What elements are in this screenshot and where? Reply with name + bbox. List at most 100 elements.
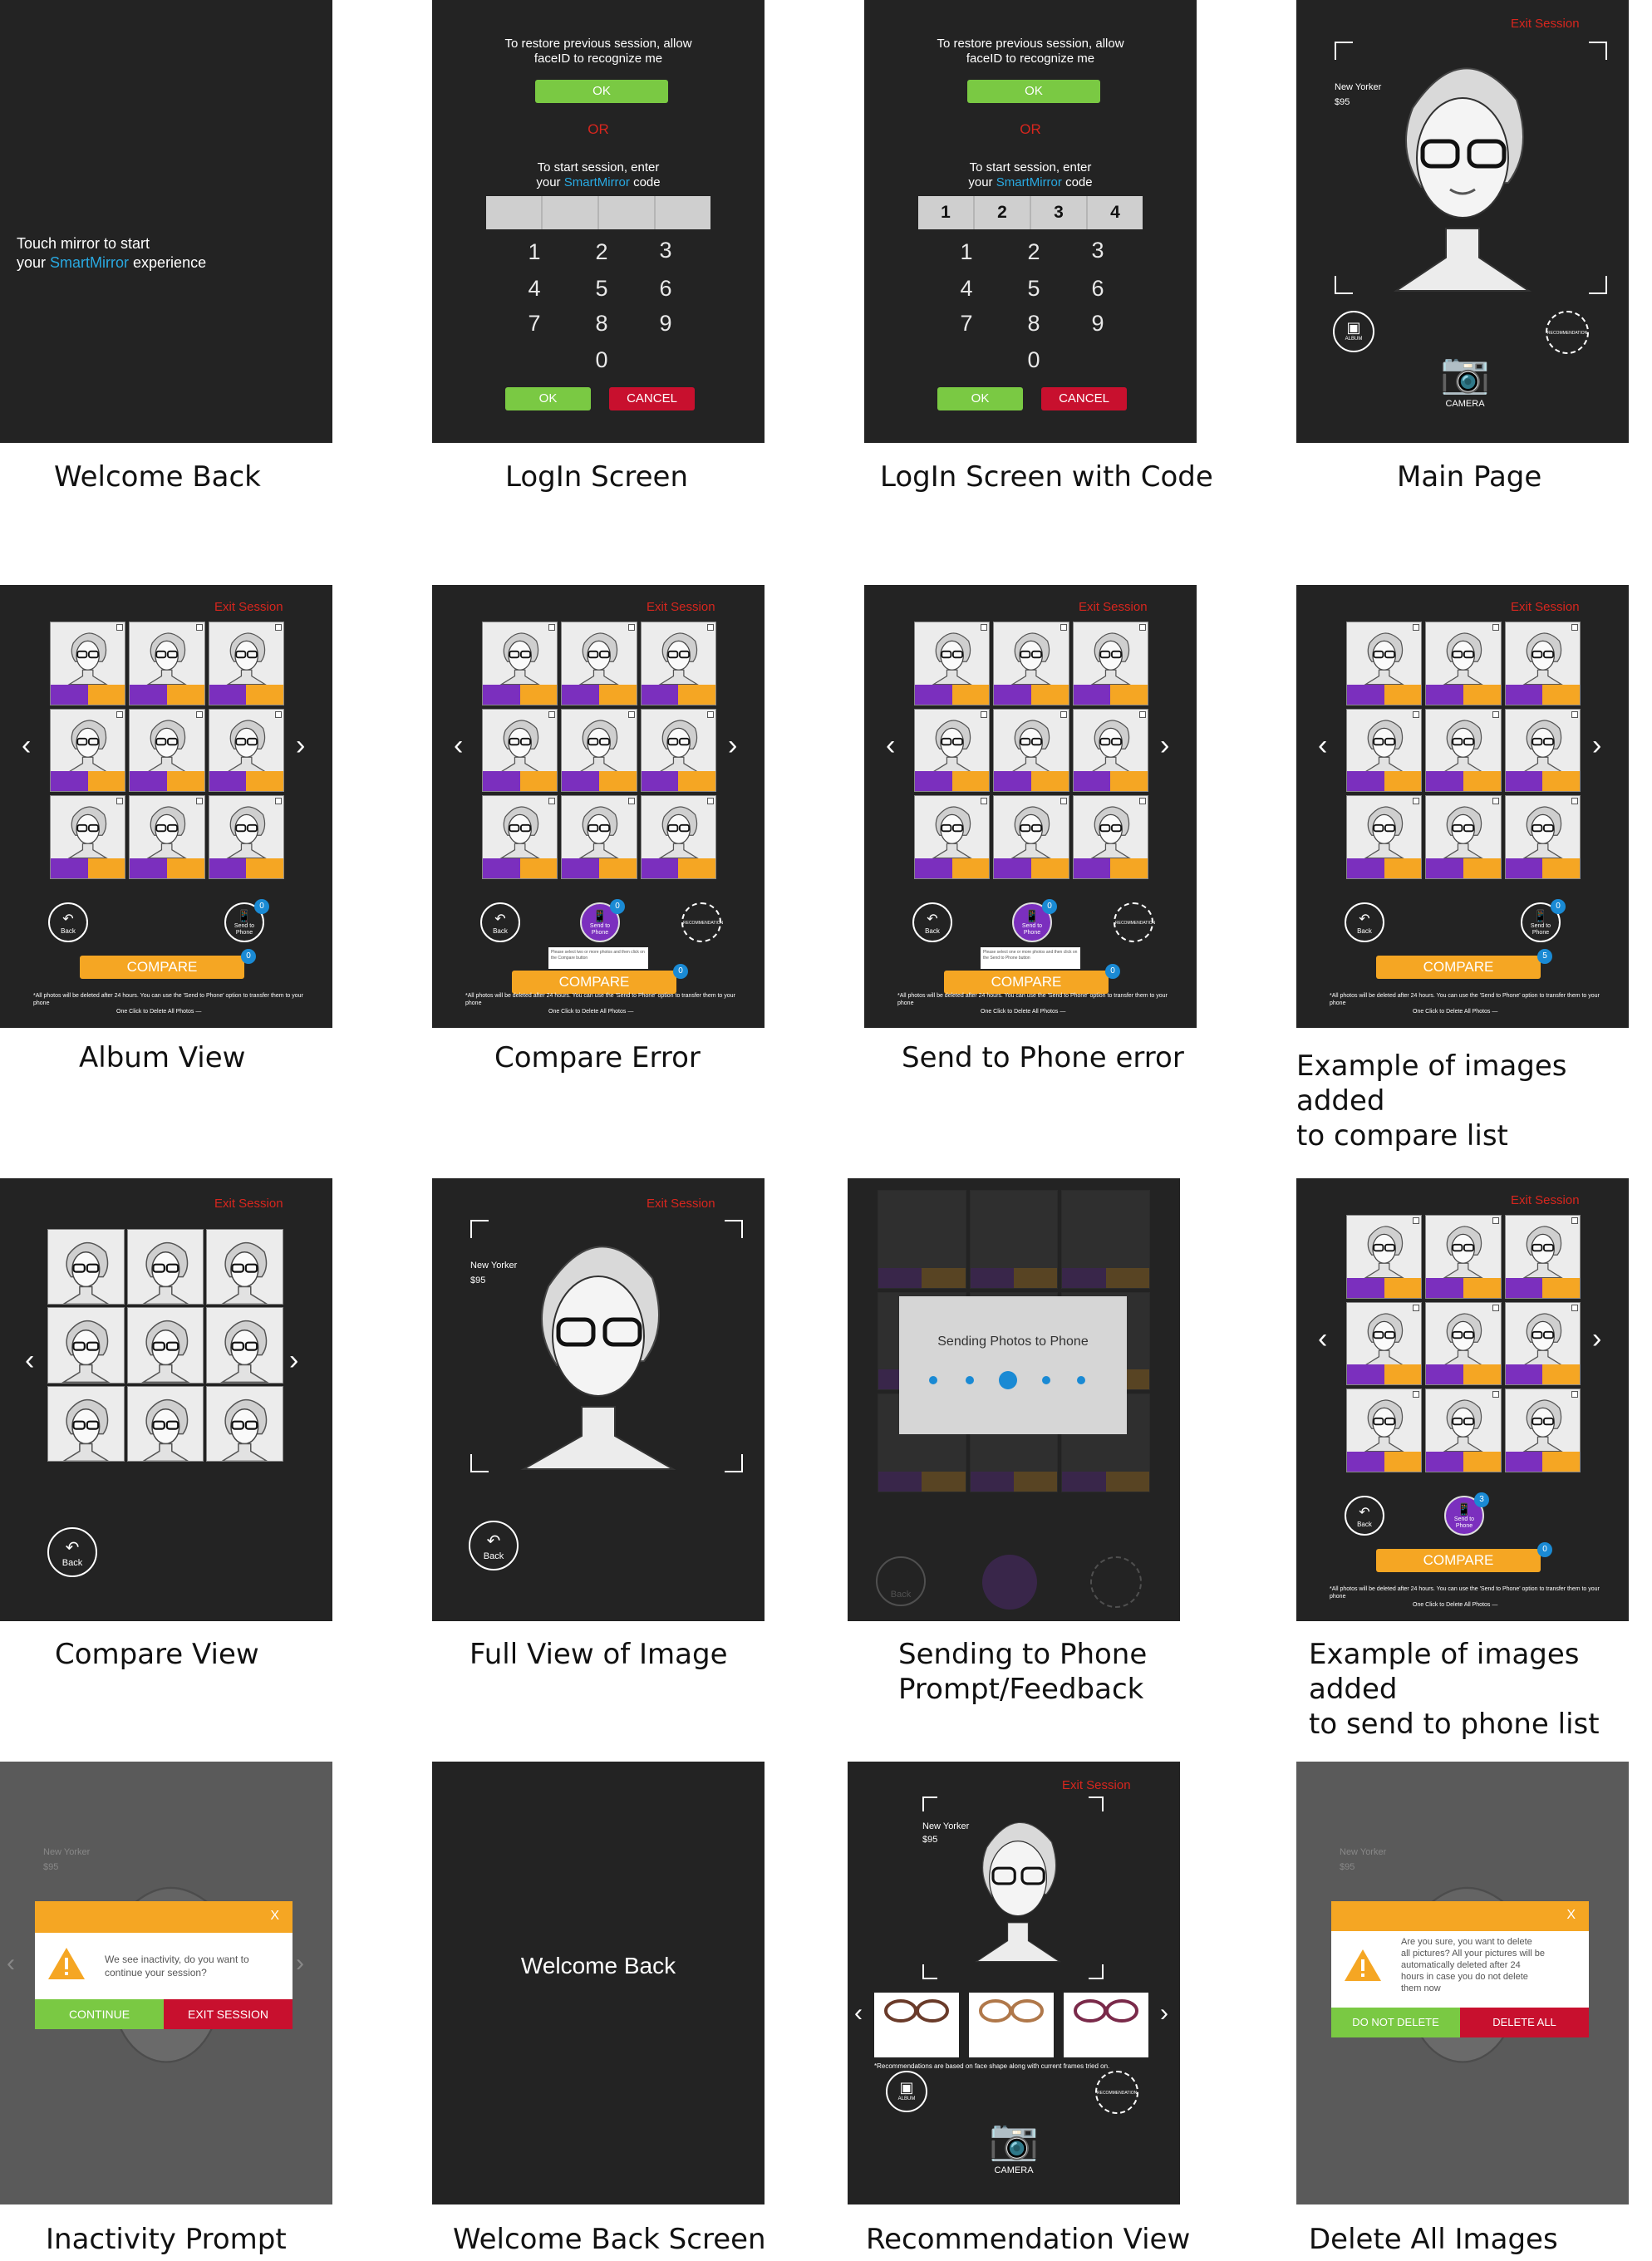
send-to-phone-toggle[interactable] <box>1073 771 1111 792</box>
compare-toggle[interactable] <box>167 858 204 878</box>
login-ok-button[interactable]: OK <box>937 387 1023 410</box>
key-2[interactable]: 2 <box>585 239 618 265</box>
key-6[interactable]: 6 <box>1081 276 1114 302</box>
key-1[interactable]: 1 <box>518 239 551 265</box>
delete-all-link[interactable]: One Click to Delete All Photos — <box>548 1009 633 1015</box>
delete-photo-icon[interactable] <box>1492 710 1499 718</box>
send-to-phone-button[interactable]: 📱 Send to Phone 3 <box>1444 1492 1489 1536</box>
recommended-frame-card[interactable] <box>1064 1993 1148 2057</box>
delete-photo-icon[interactable] <box>116 798 124 805</box>
compare-toggle[interactable] <box>1384 771 1422 792</box>
photo-tile[interactable] <box>1346 1389 1423 1472</box>
compare-button[interactable]: COMPARE <box>944 971 1109 994</box>
send-to-phone-toggle[interactable] <box>641 771 679 792</box>
send-to-phone-toggle[interactable] <box>562 858 599 878</box>
photo-tile[interactable] <box>129 622 205 705</box>
key-7[interactable]: 7 <box>518 311 551 337</box>
compare-toggle[interactable] <box>246 771 283 792</box>
delete-all-link[interactable]: One Click to Delete All Photos — <box>981 1009 1065 1015</box>
key-3[interactable]: 3 <box>649 238 682 263</box>
delete-photo-icon[interactable] <box>627 710 635 718</box>
compare-toggle[interactable] <box>1031 684 1069 705</box>
photo-tile[interactable] <box>1346 1215 1423 1299</box>
photo-tile[interactable] <box>1504 1301 1581 1386</box>
photo-tile[interactable] <box>914 795 991 879</box>
recommended-frame-card[interactable] <box>874 1993 959 2057</box>
send-to-phone-button[interactable]: 📱 Send to Phone 0 <box>580 899 625 942</box>
send-to-phone-toggle[interactable] <box>1073 684 1111 705</box>
delete-photo-icon[interactable] <box>1139 624 1146 631</box>
photo-tile[interactable] <box>640 622 716 705</box>
photo-tile[interactable] <box>1504 1215 1581 1299</box>
photo-tile[interactable] <box>1504 708 1581 793</box>
delete-photo-icon[interactable] <box>981 624 988 631</box>
back-button[interactable]: ↶ Back <box>1345 902 1384 942</box>
delete-photo-icon[interactable] <box>1571 624 1578 631</box>
compare-button[interactable]: COMPARE <box>512 971 676 994</box>
compare-toggle[interactable] <box>1031 771 1069 792</box>
compare-toggle[interactable] <box>678 771 715 792</box>
key-1[interactable]: 1 <box>950 239 983 265</box>
send-to-phone-toggle[interactable] <box>51 684 88 705</box>
album-button[interactable]: ▣ ALBUM <box>1333 311 1374 352</box>
send-to-phone-toggle[interactable] <box>1073 858 1111 878</box>
photo-tile[interactable] <box>1072 622 1148 705</box>
compare-toggle[interactable] <box>599 684 637 705</box>
send-to-phone-toggle[interactable] <box>483 771 520 792</box>
compare-tile[interactable] <box>47 1229 125 1305</box>
key-9[interactable]: 9 <box>649 311 682 337</box>
key-7[interactable]: 7 <box>950 311 983 337</box>
delete-photo-icon[interactable] <box>116 710 124 718</box>
compare-toggle[interactable] <box>1542 1364 1580 1385</box>
previous-arrow-icon[interactable]: ‹ <box>1318 1325 1327 1353</box>
send-to-phone-toggle[interactable] <box>130 684 167 705</box>
previous-arrow-icon[interactable]: ‹ <box>1318 731 1327 759</box>
recommendation-button[interactable]: RECOMMENDATION <box>1546 311 1589 354</box>
compare-toggle[interactable] <box>1542 1452 1580 1472</box>
delete-photo-icon[interactable] <box>1571 1304 1578 1311</box>
login-cancel-button[interactable]: CANCEL <box>609 387 695 410</box>
compare-toggle[interactable] <box>519 684 558 705</box>
compare-toggle[interactable] <box>951 858 990 878</box>
back-button[interactable]: ↶ Back <box>47 1527 97 1577</box>
send-to-phone-toggle[interactable] <box>915 858 952 878</box>
delete-photo-icon[interactable] <box>1413 710 1420 718</box>
delete-photo-icon[interactable] <box>981 710 988 718</box>
camera-button[interactable]: 📷 CAMERA <box>1436 349 1494 409</box>
photo-tile[interactable] <box>1346 708 1423 793</box>
previous-arrow-icon[interactable]: ‹ <box>854 1999 863 2028</box>
delete-all-link[interactable]: One Click to Delete All Photos — <box>116 1009 201 1015</box>
previous-arrow-icon[interactable]: ‹ <box>454 731 463 759</box>
delete-photo-icon[interactable] <box>1060 710 1067 718</box>
compare-toggle[interactable] <box>246 684 283 705</box>
compare-toggle[interactable] <box>951 771 990 792</box>
recommendation-button[interactable]: RECOMMENDATION <box>681 902 723 942</box>
back-button[interactable]: ↶ Back <box>469 1521 519 1570</box>
compare-toggle[interactable] <box>1463 1452 1501 1472</box>
photo-tile[interactable] <box>482 795 558 879</box>
send-to-phone-toggle[interactable] <box>1426 1364 1463 1385</box>
next-arrow-icon[interactable]: › <box>1160 1999 1168 2028</box>
send-to-phone-toggle[interactable] <box>51 771 88 792</box>
compare-toggle[interactable] <box>1384 1277 1422 1298</box>
back-button[interactable]: ↶ Back <box>48 902 88 942</box>
photo-tile[interactable] <box>1425 1215 1502 1299</box>
previous-arrow-icon[interactable]: ‹ <box>22 731 31 759</box>
delete-photo-icon[interactable] <box>1492 1217 1499 1224</box>
photo-tile[interactable] <box>1425 1389 1502 1472</box>
exit-session-link[interactable]: Exit Session <box>1511 1193 1580 1207</box>
photo-tile[interactable] <box>993 708 1069 793</box>
compare-toggle[interactable] <box>87 858 125 878</box>
photo-tile[interactable] <box>993 622 1069 705</box>
delete-photo-icon[interactable] <box>1492 624 1499 631</box>
camera-button[interactable]: 📷 CAMERA <box>985 2116 1043 2175</box>
login-ok-button[interactable]: OK <box>505 387 591 410</box>
send-to-phone-toggle[interactable] <box>1347 1452 1384 1472</box>
photo-tile[interactable] <box>482 622 558 705</box>
delete-photo-icon[interactable] <box>548 798 556 805</box>
key-5[interactable]: 5 <box>1017 276 1050 302</box>
key-5[interactable]: 5 <box>585 276 618 302</box>
compare-tile[interactable] <box>126 1229 204 1305</box>
compare-toggle[interactable] <box>1542 771 1580 792</box>
compare-tile[interactable] <box>47 1385 125 1462</box>
